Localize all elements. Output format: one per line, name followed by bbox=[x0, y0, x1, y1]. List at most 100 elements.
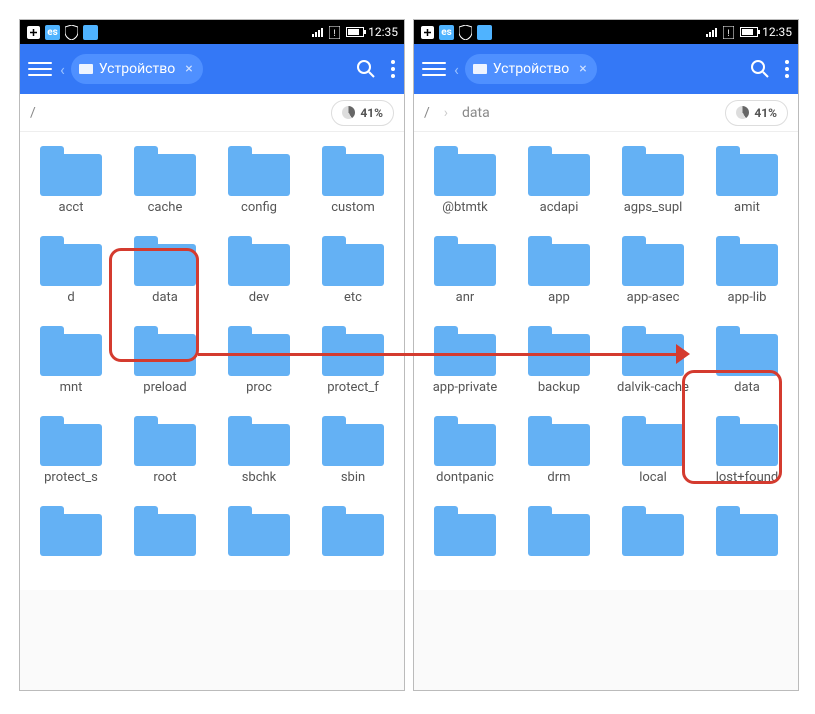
folder-lost-found[interactable]: lost+found bbox=[700, 410, 794, 492]
folder-empty[interactable] bbox=[606, 500, 700, 582]
top-bar: ‹ Устройство × bbox=[414, 44, 798, 94]
folder-protect-s[interactable]: protect_s bbox=[24, 410, 118, 492]
folder-mnt[interactable]: mnt bbox=[24, 320, 118, 402]
folder-dev[interactable]: dev bbox=[212, 230, 306, 312]
search-icon[interactable] bbox=[356, 59, 376, 79]
folder-icon bbox=[134, 506, 196, 556]
folder-label: app-asec bbox=[627, 290, 680, 306]
more-icon[interactable] bbox=[390, 59, 396, 79]
folder-label: etc bbox=[344, 290, 362, 306]
folder-empty[interactable] bbox=[118, 500, 212, 582]
folder-anr[interactable]: anr bbox=[418, 230, 512, 312]
folder-icon bbox=[622, 506, 684, 556]
hamburger-icon[interactable] bbox=[422, 62, 446, 76]
folder-empty[interactable] bbox=[24, 500, 118, 582]
folder-icon bbox=[434, 236, 496, 286]
folder-icon bbox=[40, 506, 102, 556]
folder-icon bbox=[622, 326, 684, 376]
storage-indicator[interactable]: 41% bbox=[331, 100, 394, 126]
folder-preload[interactable]: preload bbox=[118, 320, 212, 402]
folder-icon bbox=[716, 236, 778, 286]
folder-empty[interactable] bbox=[212, 500, 306, 582]
folder-data[interactable]: data bbox=[118, 230, 212, 312]
folder-data[interactable]: data bbox=[700, 320, 794, 402]
storage-indicator[interactable]: 41% bbox=[725, 100, 788, 126]
folder-label: data bbox=[152, 290, 178, 306]
close-icon[interactable]: × bbox=[185, 61, 192, 77]
chevron-left-icon[interactable]: ‹ bbox=[454, 60, 459, 79]
folder-label: d bbox=[67, 290, 74, 306]
breadcrumb: / › data 41% bbox=[414, 94, 798, 132]
folder-sbin[interactable]: sbin bbox=[306, 410, 400, 492]
folder-icon bbox=[40, 236, 102, 286]
folder-icon bbox=[434, 416, 496, 466]
folder-backup[interactable]: backup bbox=[512, 320, 606, 402]
folder-sbchk[interactable]: sbchk bbox=[212, 410, 306, 492]
folder-config[interactable]: config bbox=[212, 140, 306, 222]
pie-icon bbox=[736, 106, 749, 119]
chevron-left-icon[interactable]: ‹ bbox=[60, 60, 65, 79]
chip-label: Устройство bbox=[493, 61, 569, 77]
location-chip[interactable]: Устройство × bbox=[71, 54, 203, 84]
folder-acdapi[interactable]: acdapi bbox=[512, 140, 606, 222]
folder-app[interactable]: app bbox=[512, 230, 606, 312]
shield-icon bbox=[64, 25, 79, 40]
folder-app-private[interactable]: app-private bbox=[418, 320, 512, 402]
folder-icon bbox=[528, 416, 590, 466]
app-icon bbox=[83, 25, 98, 40]
folder-empty[interactable] bbox=[512, 500, 606, 582]
folder-icon bbox=[322, 146, 384, 196]
crumb-root[interactable]: / bbox=[30, 105, 36, 121]
crumb-data[interactable]: data bbox=[462, 105, 490, 121]
folder-icon bbox=[622, 416, 684, 466]
folder-icon bbox=[134, 236, 196, 286]
folder-amit[interactable]: amit bbox=[700, 140, 794, 222]
folder-root[interactable]: root bbox=[118, 410, 212, 492]
folder-protect-f[interactable]: protect_f bbox=[306, 320, 400, 402]
plus-icon bbox=[26, 25, 41, 40]
folder-acct[interactable]: acct bbox=[24, 140, 118, 222]
folder-icon bbox=[228, 326, 290, 376]
svg-text:!: ! bbox=[727, 29, 729, 39]
folder-dontpanic[interactable]: dontpanic bbox=[418, 410, 512, 492]
folder-local[interactable]: local bbox=[606, 410, 700, 492]
hamburger-icon[interactable] bbox=[28, 62, 52, 76]
status-right: ! 12:35 bbox=[312, 25, 398, 40]
folder-icon bbox=[134, 146, 196, 196]
folder-cache[interactable]: cache bbox=[118, 140, 212, 222]
search-icon[interactable] bbox=[750, 59, 770, 79]
folder-grid-right: @btmtkacdapiagps_suplamit anrapp app-asec a… bbox=[414, 132, 798, 590]
es-icon: es bbox=[45, 25, 60, 40]
folder-empty[interactable] bbox=[418, 500, 512, 582]
window-icon bbox=[473, 64, 487, 74]
folder-label: drm bbox=[547, 470, 570, 486]
folder-d[interactable]: d bbox=[24, 230, 118, 312]
annotation-arrow bbox=[198, 353, 686, 356]
folder-icon bbox=[622, 236, 684, 286]
more-icon[interactable] bbox=[784, 59, 790, 79]
folder--btmtk[interactable]: @btmtk bbox=[418, 140, 512, 222]
tab-bar: ‹ Устройство × bbox=[454, 54, 742, 84]
folder-app-asec[interactable]: app-asec bbox=[606, 230, 700, 312]
folder-icon bbox=[134, 326, 196, 376]
folder-icon bbox=[528, 236, 590, 286]
folder-label: dontpanic bbox=[436, 470, 494, 486]
folder-icon bbox=[228, 236, 290, 286]
folder-drm[interactable]: drm bbox=[512, 410, 606, 492]
folder-icon bbox=[528, 326, 590, 376]
folder-agps-supl[interactable]: agps_supl bbox=[606, 140, 700, 222]
signal-icon bbox=[312, 28, 323, 37]
folder-empty[interactable] bbox=[306, 500, 400, 582]
folder-proc[interactable]: proc bbox=[212, 320, 306, 402]
folder-label: config bbox=[241, 200, 277, 216]
folder-label: acct bbox=[59, 200, 84, 216]
folder-icon bbox=[40, 416, 102, 466]
close-icon[interactable]: × bbox=[579, 61, 586, 77]
folder-custom[interactable]: custom bbox=[306, 140, 400, 222]
location-chip[interactable]: Устройство × bbox=[465, 54, 597, 84]
folder-empty[interactable] bbox=[700, 500, 794, 582]
folder-etc[interactable]: etc bbox=[306, 230, 400, 312]
folder-icon bbox=[228, 146, 290, 196]
crumb-root[interactable]: / bbox=[424, 105, 430, 121]
folder-app-lib[interactable]: app-lib bbox=[700, 230, 794, 312]
